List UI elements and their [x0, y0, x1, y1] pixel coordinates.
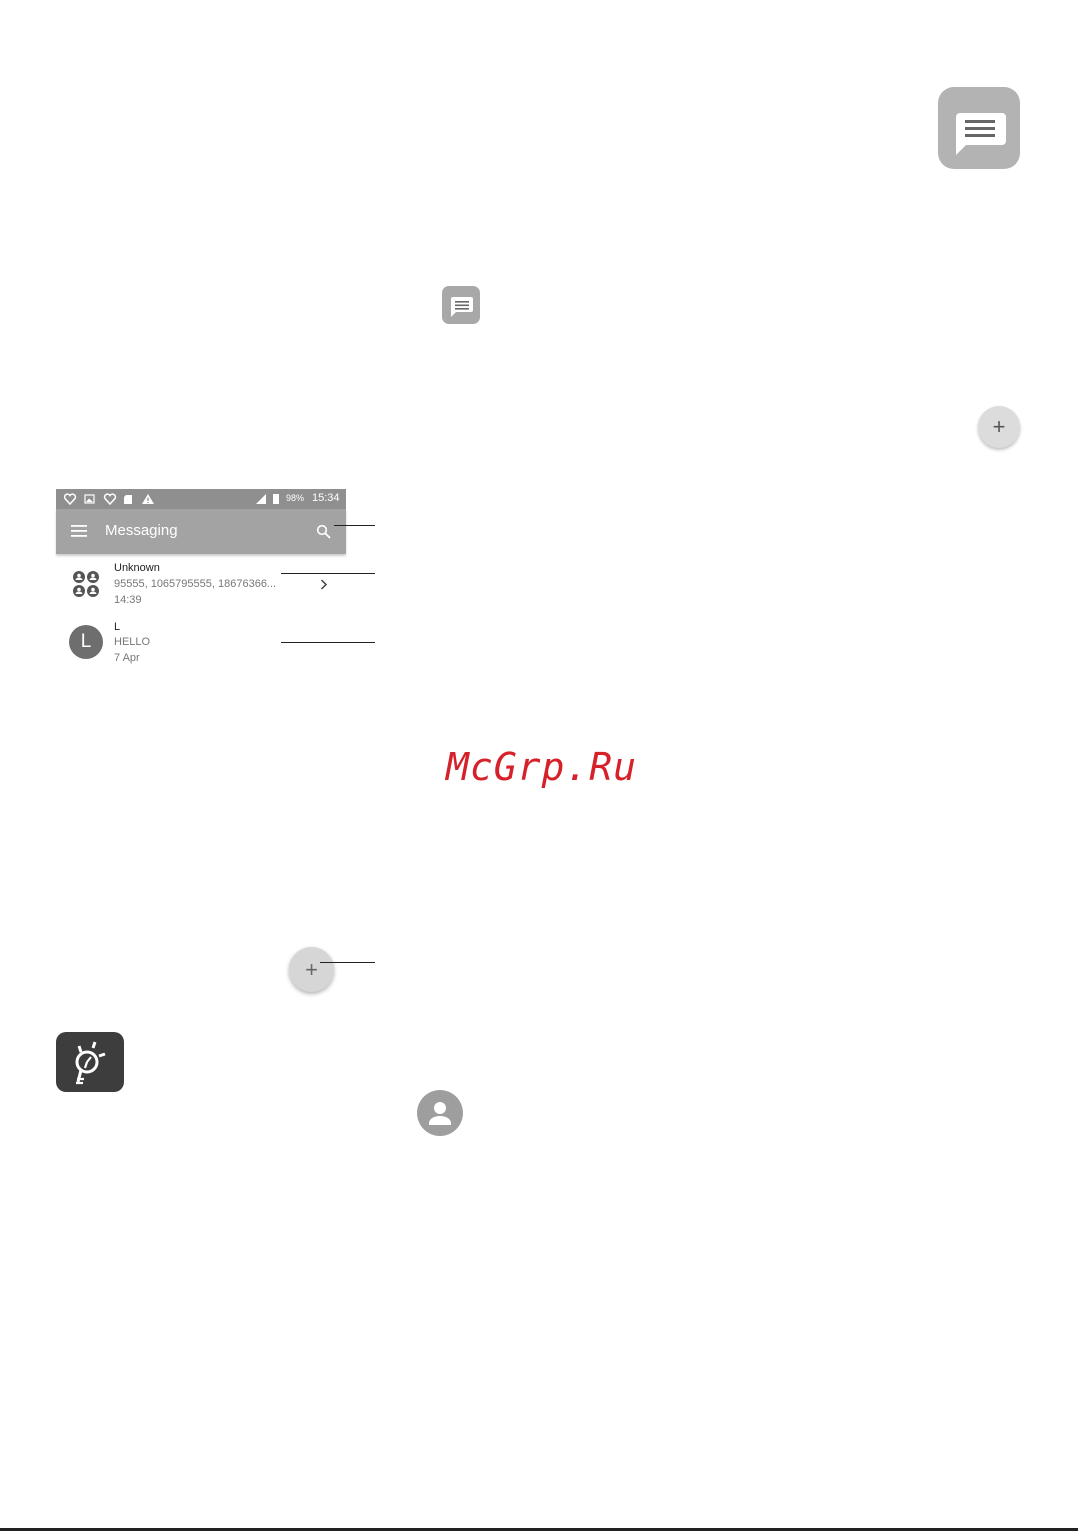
- page-bottom-rule: [0, 1528, 1078, 1531]
- conversation-item[interactable]: Unknown 95555, 1065795555, 18676366... 1…: [56, 562, 346, 611]
- contact-person-icon: [417, 1090, 463, 1136]
- conversation-item[interactable]: L L HELLO 7 Apr: [56, 621, 346, 670]
- search-icon[interactable]: [316, 524, 331, 539]
- message-time: 7 Apr: [114, 652, 140, 664]
- notification-icons: [64, 493, 154, 505]
- callout-line-fab: [320, 962, 375, 963]
- message-preview: 95555, 1065795555, 18676366...: [114, 578, 277, 590]
- app-title: Messaging: [105, 522, 178, 539]
- app-toolbar: Messaging: [56, 509, 346, 554]
- contact-name: Unknown: [114, 562, 160, 574]
- messaging-app-icon: [938, 87, 1020, 169]
- signal-battery-icon: [256, 494, 279, 504]
- watermark: McGrp.Ru: [446, 745, 638, 789]
- message-preview: HELLO: [114, 636, 151, 648]
- battery-percent: 98%: [286, 493, 305, 503]
- message-time: 14:39: [114, 594, 142, 606]
- lightbulb-tip-icon: [56, 1032, 124, 1092]
- menu-icon[interactable]: [71, 525, 87, 537]
- contact-name: L: [114, 621, 121, 633]
- callout-line-search: [334, 525, 375, 526]
- callout-line-conversation: [281, 573, 375, 574]
- chevron-right-icon: [320, 579, 328, 590]
- new-message-fab-icon: +: [289, 947, 334, 992]
- new-message-fab-icon: +: [978, 406, 1020, 448]
- phone-screenshot: 98% 15:34 Messaging Unknown 95555, 10657…: [56, 489, 346, 674]
- clock: 15:34: [312, 492, 340, 504]
- group-avatar-icon: [73, 571, 99, 597]
- message-icon: [442, 286, 480, 324]
- status-bar: 98% 15:34: [56, 489, 346, 509]
- callout-line-message: [281, 642, 375, 643]
- letter-avatar: L: [69, 625, 103, 659]
